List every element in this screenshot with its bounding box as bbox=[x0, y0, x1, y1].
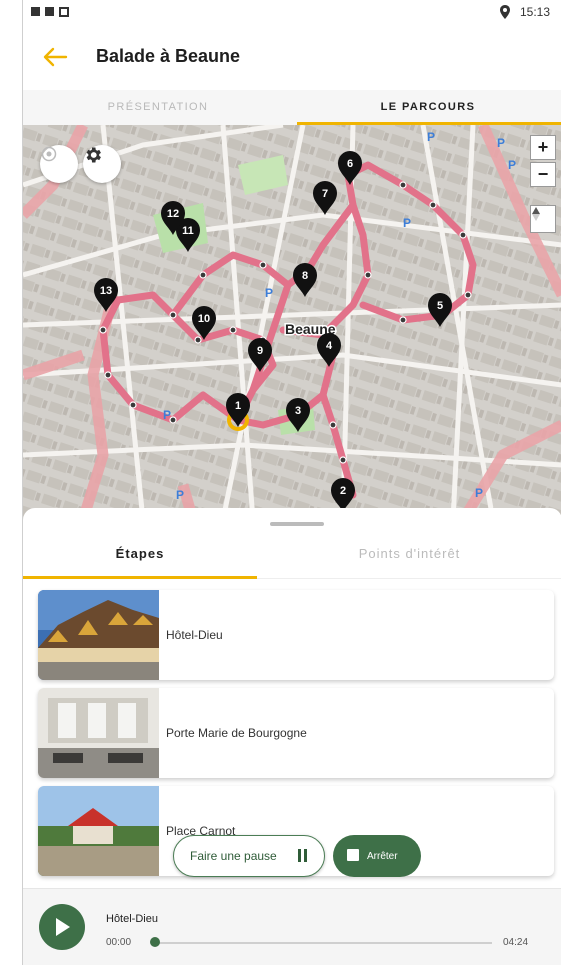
map-marker-label: 10 bbox=[198, 313, 210, 325]
play-icon bbox=[56, 918, 70, 936]
compass-icon bbox=[532, 207, 540, 221]
status-time: 15:13 bbox=[520, 5, 551, 19]
zoom-in-button[interactable]: + bbox=[530, 135, 556, 160]
gear-icon bbox=[86, 147, 101, 163]
pause-label: Faire une pause bbox=[190, 849, 277, 863]
stop-icon bbox=[347, 849, 359, 861]
app-bar: Balade à Beaune bbox=[23, 28, 561, 90]
map-marker-label: 13 bbox=[100, 285, 112, 297]
location-button[interactable] bbox=[40, 145, 78, 183]
notification-icon bbox=[45, 7, 54, 16]
app-screen: 15:13 Balade à Beaune PRÉSENTATION LE PA… bbox=[22, 0, 561, 965]
compass-button[interactable] bbox=[530, 205, 556, 233]
pause-icon bbox=[298, 849, 307, 862]
svg-text:P: P bbox=[427, 130, 435, 144]
svg-text:P: P bbox=[163, 408, 171, 422]
map-marker-label: 9 bbox=[257, 345, 263, 357]
map-canvas[interactable]: P PP PPP PP Beaune 12345678910111213 bbox=[23, 125, 561, 520]
map-marker-label: 11 bbox=[182, 225, 194, 237]
drag-handle[interactable] bbox=[270, 522, 324, 526]
tab-le-parcours[interactable]: LE PARCOURS bbox=[293, 90, 561, 125]
stop-button[interactable]: Arrêter bbox=[333, 835, 421, 877]
svg-text:P: P bbox=[265, 286, 273, 300]
current-time: 00:00 bbox=[106, 937, 132, 948]
player-title: Hôtel-Dieu bbox=[106, 913, 158, 925]
porte-marie-thumbnail bbox=[38, 688, 159, 778]
map-marker-label: 8 bbox=[302, 270, 308, 282]
place-carnot-thumbnail bbox=[38, 786, 159, 876]
back-arrow-icon[interactable] bbox=[40, 42, 70, 72]
bottom-sheet: Étapes Points d'intérêt Hôtel-Dieu Porte… bbox=[23, 508, 561, 888]
status-bar: 15:13 bbox=[23, 0, 561, 28]
notification-icon bbox=[59, 7, 69, 17]
play-button[interactable] bbox=[39, 904, 85, 950]
svg-text:P: P bbox=[475, 486, 483, 500]
svg-text:P: P bbox=[176, 488, 184, 502]
map-marker-label: 3 bbox=[295, 405, 301, 417]
sheet-tabs: Étapes Points d'intérêt bbox=[23, 534, 561, 579]
step-card-porte-marie[interactable]: Porte Marie de Bourgogne bbox=[38, 688, 554, 778]
map-marker-label: 1 bbox=[235, 400, 241, 412]
page-title: Balade à Beaune bbox=[96, 46, 241, 66]
map-marker-label: 5 bbox=[437, 300, 443, 312]
tab-etapes[interactable]: Étapes bbox=[23, 534, 257, 579]
map-marker-label: 12 bbox=[167, 208, 179, 220]
tab-bar: PRÉSENTATION LE PARCOURS bbox=[23, 90, 561, 125]
pause-button[interactable]: Faire une pause bbox=[173, 835, 325, 877]
svg-text:P: P bbox=[497, 136, 505, 150]
route-map[interactable]: PPP PPP PP Beaune 1 2 3 4 5 6 7 8 9 10 11 12 13 + − bbox=[23, 125, 561, 520]
step-card-hotel-dieu[interactable]: Hôtel-Dieu bbox=[38, 590, 554, 680]
progress-track[interactable] bbox=[156, 942, 492, 944]
step-label: Porte Marie de Bourgogne bbox=[166, 726, 307, 740]
svg-text:P: P bbox=[508, 158, 516, 172]
zoom-out-button[interactable]: − bbox=[530, 162, 556, 187]
map-marker-label: 2 bbox=[340, 485, 346, 497]
notification-icon bbox=[31, 7, 40, 16]
my-location-icon bbox=[41, 146, 57, 162]
map-marker-label: 7 bbox=[322, 188, 328, 200]
duration: 04:24 bbox=[503, 937, 529, 948]
progress-thumb[interactable] bbox=[150, 937, 160, 947]
audio-player: Hôtel-Dieu 00:00 04:24 bbox=[23, 888, 561, 965]
svg-text:P: P bbox=[403, 216, 411, 230]
stop-label: Arrêter bbox=[367, 851, 398, 862]
settings-button[interactable] bbox=[83, 145, 121, 183]
map-marker-label: 6 bbox=[347, 158, 353, 170]
tab-presentation[interactable]: PRÉSENTATION bbox=[23, 90, 293, 125]
location-icon bbox=[500, 5, 510, 19]
hotel-dieu-thumbnail bbox=[38, 590, 159, 680]
tab-points-interet[interactable]: Points d'intérêt bbox=[257, 534, 561, 578]
map-marker-label: 4 bbox=[326, 340, 333, 352]
step-label: Hôtel-Dieu bbox=[166, 628, 223, 642]
